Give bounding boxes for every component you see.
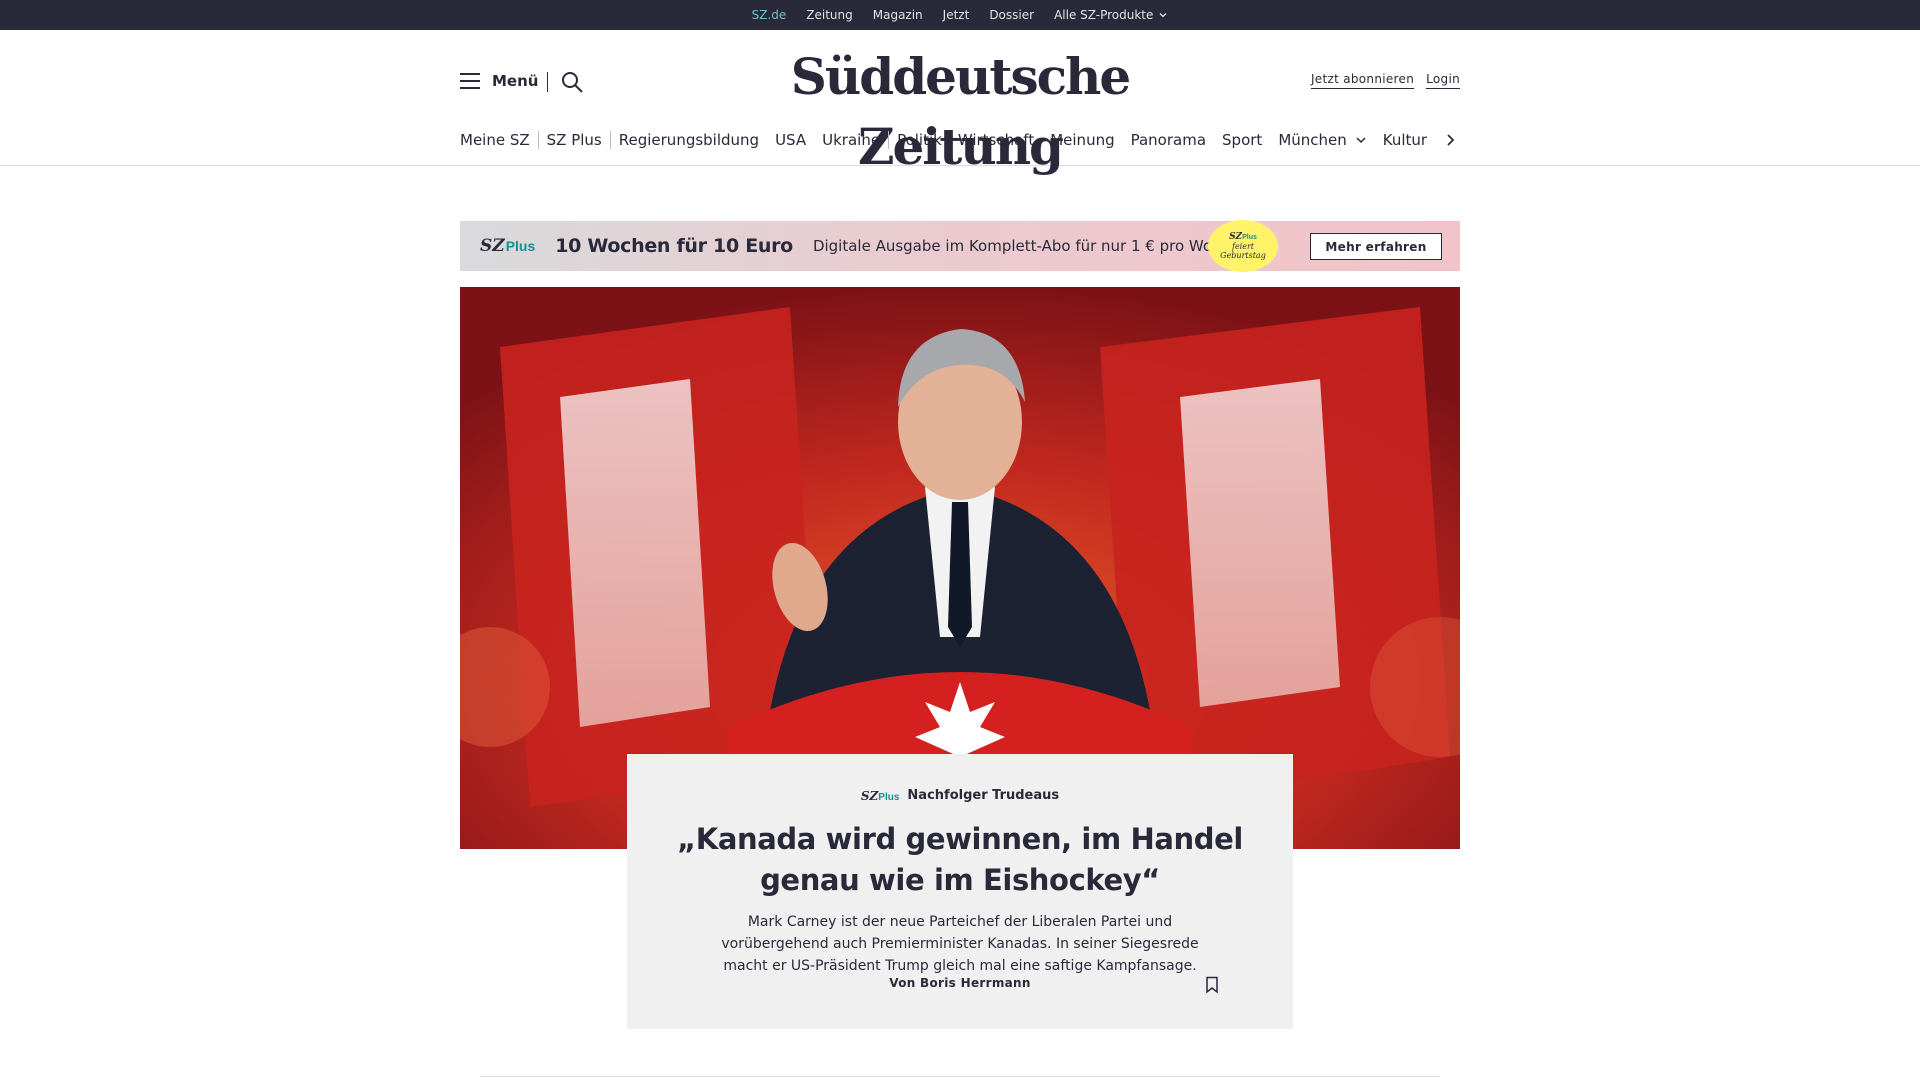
account-links: Jetzt abonnieren Login <box>1310 72 1460 89</box>
topbar-link-all-products[interactable]: Alle SZ-Produkte <box>1054 0 1168 30</box>
nav-item-ukraine[interactable]: Ukraine <box>814 130 888 150</box>
article-kicker: SZPlus Nachfolger Trudeaus <box>627 788 1293 803</box>
main-navigation: Meine SZ SZ Plus Regierungsbildung USA U… <box>460 122 1460 158</box>
kicker-logo-sz: SZ <box>860 788 879 803</box>
badge-line-1: feiert <box>1231 241 1255 251</box>
nav-item-sport[interactable]: Sport <box>1214 130 1270 150</box>
site-logo[interactable]: Süddeutsche Zeitung <box>720 42 1200 182</box>
badge-logo: SZPlus <box>1229 231 1257 242</box>
birthday-badge: SZPlus feiert Geburtstag <box>1208 220 1278 272</box>
nav-item-panorama[interactable]: Panorama <box>1123 130 1214 150</box>
sz-plus-logo: SZPlus <box>480 236 535 256</box>
bookmark-icon[interactable] <box>1205 976 1219 994</box>
nav-item-muenchen[interactable]: München <box>1270 130 1374 150</box>
nav-item-regierungsbildung[interactable]: Regierungsbildung <box>611 130 767 150</box>
learn-more-button[interactable]: Mehr erfahren <box>1310 233 1442 260</box>
login-link[interactable]: Login <box>1426 72 1460 89</box>
subscription-promo-banner[interactable]: SZPlus 10 Wochen für 10 Euro Digitale Au… <box>460 220 1460 272</box>
nav-item-wirtschaft[interactable]: Wirtschaft <box>950 130 1042 150</box>
sz-plus-logo: SZPlus <box>861 789 900 803</box>
section-divider <box>480 1076 1440 1077</box>
sz-plus-logo-sz: SZ <box>480 236 505 256</box>
article-headline[interactable]: „Kanada wird gewinnen, im Handel genau w… <box>660 819 1260 901</box>
sz-plus-logo-plus: Plus <box>505 238 536 254</box>
promo-text: Digitale Ausgabe im Komplett-Abo für nur… <box>812 237 1244 255</box>
topbar-link-jetzt[interactable]: Jetzt <box>943 0 970 30</box>
badge-line-2: Geburtstag <box>1220 250 1266 260</box>
nav-item-politik[interactable]: Politik <box>889 130 950 150</box>
topbar-link-dossier[interactable]: Dossier <box>989 0 1034 30</box>
nav-item-muenchen-label: München <box>1278 131 1347 149</box>
chevron-right-icon[interactable] <box>1440 130 1460 150</box>
topbar-link-magazin[interactable]: Magazin <box>873 0 923 30</box>
chevron-down-icon <box>1356 137 1366 144</box>
article-summary: Mark Carney ist der neue Parteichef der … <box>721 914 1199 974</box>
menu-label: Menü <box>492 72 539 90</box>
top-utility-bar: SZ.de Zeitung Magazin Jetzt Dossier Alle… <box>0 0 1920 36</box>
badge-logo-plus: Plus <box>1242 233 1257 241</box>
nav-item-kultur[interactable]: Kultur <box>1375 130 1435 150</box>
subscribe-link[interactable]: Jetzt abonnieren <box>1310 72 1415 89</box>
search-icon[interactable] <box>560 70 584 94</box>
article-byline: Von Boris Herrmann <box>889 976 1031 990</box>
hamburger-icon <box>460 73 480 89</box>
kicker-logo-plus: Plus <box>878 791 900 803</box>
nav-item-meinung[interactable]: Meinung <box>1042 130 1122 150</box>
menu-divider <box>547 72 548 92</box>
nav-item-meine-sz[interactable]: Meine SZ <box>460 130 538 150</box>
topbar-link-zeitung[interactable]: Zeitung <box>806 0 852 30</box>
kicker-text: Nachfolger Trudeaus <box>907 788 1060 803</box>
badge-logo-sz: SZ <box>1229 231 1243 242</box>
nav-item-usa[interactable]: USA <box>767 130 814 150</box>
menu-button[interactable]: Menü <box>460 72 538 90</box>
topbar-links: SZ.de Zeitung Magazin Jetzt Dossier Alle… <box>0 0 1920 36</box>
chevron-down-icon <box>1159 13 1167 18</box>
masthead: Menü Süddeutsche Zeitung Jetzt abonniere… <box>0 30 1920 176</box>
promo-title: 10 Wochen für 10 Euro <box>555 235 793 257</box>
nav-item-sz-plus[interactable]: SZ Plus <box>539 130 610 150</box>
topbar-link-szde[interactable]: SZ.de <box>752 0 786 36</box>
article-teaser-card[interactable]: SZPlus Nachfolger Trudeaus „Kanada wird … <box>627 754 1293 1029</box>
topbar-all-products-label: Alle SZ-Produkte <box>1054 8 1154 22</box>
